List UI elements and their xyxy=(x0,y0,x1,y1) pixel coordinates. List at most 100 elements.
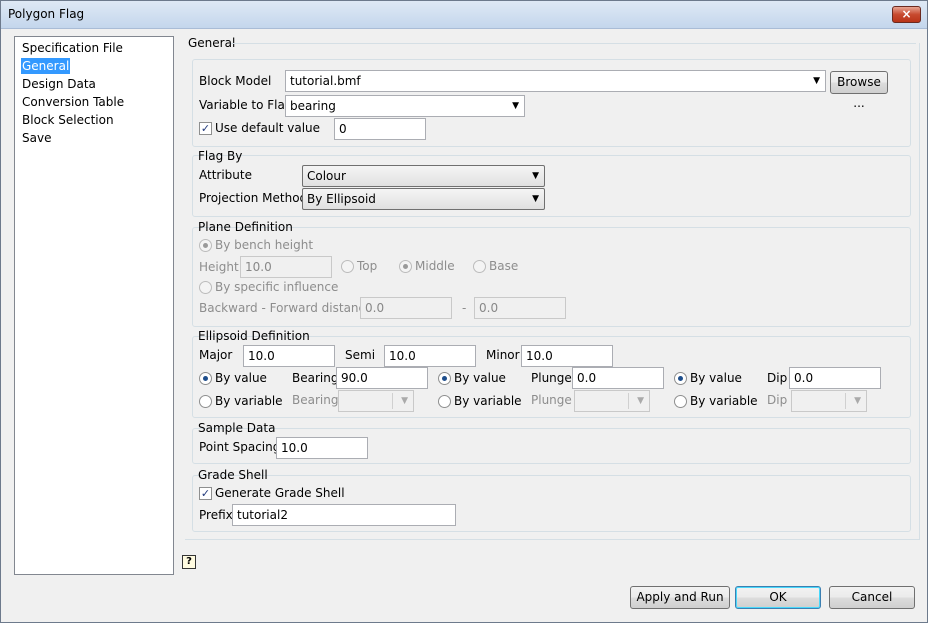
distance-dash: - xyxy=(462,301,467,315)
dip-by-variable-radio[interactable] xyxy=(674,395,687,408)
apply-and-run-button[interactable]: Apply and Run xyxy=(630,586,730,609)
dip-by-value-label: By value xyxy=(690,371,742,385)
backward-distance-input[interactable]: 0.0 xyxy=(360,297,452,319)
plunge-by-variable-radio[interactable] xyxy=(438,395,451,408)
default-value-input[interactable]: 0 xyxy=(334,118,426,140)
nav-item-block-selection[interactable]: Block Selection xyxy=(21,112,115,128)
chevron-down-icon: ▼ xyxy=(637,396,644,406)
projection-method-combo[interactable]: By Ellipsoid ▼ xyxy=(302,188,545,210)
bearing-by-value-label: By value xyxy=(215,371,267,385)
chevron-down-icon: ▼ xyxy=(401,396,408,406)
ok-button[interactable]: OK xyxy=(735,586,821,609)
semi-label: Semi xyxy=(345,348,376,362)
nav-item-general[interactable]: General xyxy=(21,58,71,74)
cancel-button[interactable]: Cancel xyxy=(829,586,915,609)
bearing-input[interactable]: 90.0 xyxy=(336,367,428,389)
generate-grade-shell-checkbox[interactable]: ✓ xyxy=(199,487,212,500)
nav-item-specification-file[interactable]: Specification File xyxy=(21,40,124,56)
plane-definition-title: Plane Definition xyxy=(198,220,293,234)
plunge-variable-combo[interactable]: ▼ xyxy=(574,390,650,412)
plunge-by-value-radio[interactable] xyxy=(438,372,451,385)
use-default-value-label: Use default value xyxy=(215,121,321,135)
plunge-input[interactable]: 0.0 xyxy=(572,367,664,389)
bearing-variable-label: Bearing xyxy=(292,393,339,407)
height-label: Height xyxy=(199,260,239,274)
dip-variable-label: Dip xyxy=(767,393,788,407)
window-title: Polygon Flag xyxy=(8,7,85,21)
polygon-flag-dialog: Polygon Flag × Specification File Genera… xyxy=(0,0,928,623)
flag-by-group xyxy=(192,155,911,217)
attribute-value: Colour xyxy=(307,169,346,183)
close-button[interactable]: × xyxy=(892,6,921,23)
bearing-variable-combo[interactable]: ▼ xyxy=(338,390,414,412)
nav-item-save[interactable]: Save xyxy=(21,130,52,146)
block-model-value: tutorial.bmf xyxy=(290,74,361,88)
checkmark-icon: ✓ xyxy=(200,487,211,500)
flag-by-title: Flag By xyxy=(198,149,243,163)
bearing-by-variable-label: By variable xyxy=(215,394,283,408)
top-radio[interactable] xyxy=(341,260,354,273)
major-label: Major xyxy=(199,348,233,362)
dip-by-variable-label: By variable xyxy=(690,394,758,408)
bearing-by-variable-radio[interactable] xyxy=(199,395,212,408)
attribute-label: Attribute xyxy=(199,168,252,182)
ellipsoid-definition-title: Ellipsoid Definition xyxy=(198,329,310,343)
help-icon[interactable]: ? xyxy=(182,555,196,569)
minor-input[interactable]: 10.0 xyxy=(521,345,613,367)
block-model-combo[interactable]: tutorial.bmf ▼ xyxy=(285,70,826,92)
title-bar: Polygon Flag × xyxy=(1,1,927,29)
by-bench-height-label: By bench height xyxy=(215,238,314,252)
combo-separator xyxy=(392,393,393,409)
base-radio[interactable] xyxy=(473,260,486,273)
chevron-down-icon: ▼ xyxy=(532,194,539,204)
point-spacing-input[interactable]: 10.0 xyxy=(276,437,368,459)
height-input[interactable]: 10.0 xyxy=(240,256,332,278)
page-title: General xyxy=(188,36,236,50)
variable-to-flag-combo[interactable]: bearing ▼ xyxy=(285,95,525,117)
projection-method-value: By Ellipsoid xyxy=(307,192,376,206)
use-default-value-checkbox[interactable]: ✓ xyxy=(199,122,212,135)
major-input[interactable]: 10.0 xyxy=(243,345,335,367)
combo-separator xyxy=(845,393,846,409)
dip-input[interactable]: 0.0 xyxy=(789,367,881,389)
plunge-label: Plunge xyxy=(531,371,572,385)
nav-item-conversion-table[interactable]: Conversion Table xyxy=(21,94,125,110)
section-nav-list: Specification File General Design Data C… xyxy=(14,36,174,575)
by-bench-height-radio[interactable] xyxy=(199,239,212,252)
checkmark-icon: ✓ xyxy=(200,122,211,135)
minor-label: Minor xyxy=(486,348,520,362)
browse-button[interactable]: Browse ... xyxy=(830,71,888,110)
middle-radio[interactable] xyxy=(399,260,412,273)
plunge-by-variable-label: By variable xyxy=(454,394,522,408)
sample-data-title: Sample Data xyxy=(198,421,276,435)
base-label: Base xyxy=(489,259,519,273)
combo-separator xyxy=(628,393,629,409)
forward-distance-input[interactable]: 0.0 xyxy=(474,297,566,319)
attribute-combo[interactable]: Colour ▼ xyxy=(302,165,545,187)
plunge-by-value-label: By value xyxy=(454,371,506,385)
middle-label: Middle xyxy=(415,259,455,273)
nav-item-design-data[interactable]: Design Data xyxy=(21,76,97,92)
point-spacing-label: Point Spacing xyxy=(199,440,281,454)
page-title-divider xyxy=(231,43,916,44)
block-model-label: Block Model xyxy=(199,74,272,88)
by-specific-influence-radio[interactable] xyxy=(199,281,212,294)
prefix-label: Prefix xyxy=(199,508,233,522)
variable-to-flag-label: Variable to Flag xyxy=(199,98,293,112)
chevron-down-icon: ▼ xyxy=(532,171,539,181)
variable-to-flag-value: bearing xyxy=(290,99,336,113)
bearing-label: Bearing xyxy=(292,371,339,385)
dip-by-value-radio[interactable] xyxy=(674,372,687,385)
generate-grade-shell-label: Generate Grade Shell xyxy=(215,486,345,500)
chevron-down-icon: ▼ xyxy=(512,101,519,111)
prefix-input[interactable]: tutorial2 xyxy=(232,504,456,526)
bearing-by-value-radio[interactable] xyxy=(199,372,212,385)
semi-input[interactable]: 10.0 xyxy=(384,345,476,367)
backward-forward-distance-label: Backward - Forward distance xyxy=(199,301,373,315)
chevron-down-icon: ▼ xyxy=(854,396,861,406)
plunge-variable-label: Plunge xyxy=(531,393,572,407)
dialog-client: Specification File General Design Data C… xyxy=(6,30,922,618)
chevron-down-icon: ▼ xyxy=(813,76,820,86)
close-icon: × xyxy=(901,7,912,21)
dip-variable-combo[interactable]: ▼ xyxy=(791,390,867,412)
